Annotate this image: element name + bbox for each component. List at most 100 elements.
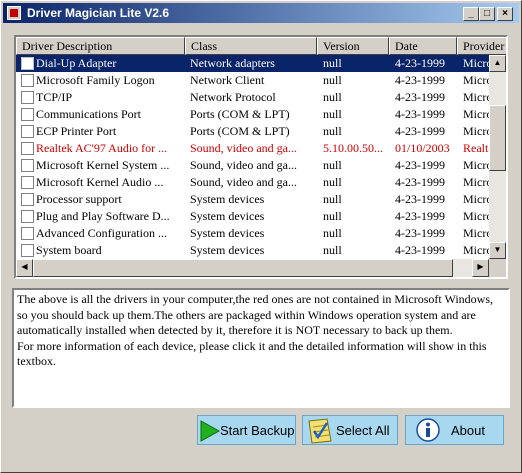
row-checkbox[interactable]	[21, 74, 34, 87]
cell-description: Microsoft Kernel Audio ...	[36, 175, 164, 189]
cell-class: System devices	[190, 243, 265, 257]
cell-provider: Microsoft	[463, 56, 489, 70]
row-checkbox[interactable]	[21, 244, 34, 257]
list-header: Driver Description Class Version Date Pr…	[16, 37, 506, 55]
table-row[interactable]: Realtek AC'97 Audio for ... Sound, video …	[16, 140, 489, 157]
cell-class: System devices	[190, 209, 265, 223]
horizontal-scroll-thumb[interactable]	[33, 259, 453, 277]
cell-description: ECP Printer Port	[36, 124, 117, 138]
start-backup-button[interactable]: Start Backup	[197, 415, 296, 445]
row-checkbox[interactable]	[21, 91, 34, 104]
cell-date: 4-23-1999	[395, 175, 445, 189]
cell-version: null	[323, 124, 342, 138]
window-title: Driver Magician Lite V2.6	[27, 6, 170, 20]
info-textbox[interactable]: The above is all the drivers in your com…	[12, 288, 510, 408]
minimize-button[interactable]: _	[463, 7, 479, 21]
column-header-provider[interactable]: Provider	[457, 37, 506, 55]
cell-provider: Microsoft	[463, 158, 489, 172]
driver-list[interactable]: Driver Description Class Version Date Pr…	[14, 35, 508, 279]
table-row[interactable]: Microsoft Kernel Audio ... Sound, video a…	[16, 174, 489, 191]
cell-version: null	[323, 243, 342, 257]
app-icon	[7, 6, 21, 20]
cell-date: 4-23-1999	[395, 73, 445, 87]
cell-provider: Microsoft	[463, 124, 489, 138]
table-row[interactable]: TCP/IP Network Protocol null 4-23-1999 Micro…	[16, 89, 489, 106]
cell-version: null	[323, 226, 342, 240]
table-row[interactable]: System board System devices null 4-23-1999 M…	[16, 242, 489, 259]
cell-provider: Microsoft	[463, 73, 489, 87]
scroll-down-button[interactable]: ▼	[489, 242, 506, 259]
cell-class: Network adapters	[190, 56, 275, 70]
cell-date: 4-23-1999	[395, 90, 445, 104]
cell-version: null	[323, 175, 342, 189]
about-label: About	[451, 423, 485, 438]
cell-class: Network Protocol	[190, 90, 276, 104]
cell-description: Advanced Configuration ...	[36, 226, 167, 240]
cell-description: Microsoft Kernel System ...	[36, 158, 170, 172]
cell-class: Ports (COM & LPT)	[190, 107, 290, 121]
cell-date: 4-23-1999	[395, 107, 445, 121]
table-row[interactable]: Dial-Up Adapter Network adapters null 4-23-…	[16, 55, 489, 72]
list-rows: Dial-Up Adapter Network adapters null 4-23-…	[16, 55, 489, 259]
column-header-description[interactable]: Driver Description	[16, 37, 185, 55]
cell-provider: Microsoft	[463, 90, 489, 104]
horizontal-scrollbar[interactable]: ◀ ▶	[16, 259, 489, 277]
cell-class: System devices	[190, 226, 265, 240]
row-checkbox[interactable]	[21, 125, 34, 138]
cell-provider: Microsoft	[463, 107, 489, 121]
table-row[interactable]: ECP Printer Port Ports (COM & LPT) null 4-2…	[16, 123, 489, 140]
checklist-icon	[308, 418, 332, 444]
select-all-label: Select All	[336, 423, 390, 438]
vertical-scroll-thumb[interactable]	[489, 105, 506, 171]
close-button[interactable]: ×	[497, 7, 513, 21]
column-header-class[interactable]: Class	[185, 37, 317, 55]
cell-class: Sound, video and ga...	[190, 158, 297, 172]
scrollbar-corner	[489, 259, 506, 277]
cell-provider: Microsoft	[463, 226, 489, 240]
cell-version: null	[323, 73, 342, 87]
table-row[interactable]: Advanced Configuration ... System devices…	[16, 225, 489, 242]
cell-version: 5.10.00.50...	[323, 141, 383, 155]
row-checkbox[interactable]	[21, 57, 34, 70]
cell-date: 4-23-1999	[395, 192, 445, 206]
column-header-version[interactable]: Version	[317, 37, 389, 55]
info-icon	[416, 418, 440, 442]
scroll-up-button[interactable]: ▲	[489, 55, 506, 72]
cell-version: null	[323, 192, 342, 206]
table-row[interactable]: Communications Port Ports (COM & LPT) null…	[16, 106, 489, 123]
cell-class: Sound, video and ga...	[190, 175, 297, 189]
row-checkbox[interactable]	[21, 159, 34, 172]
row-checkbox[interactable]	[21, 210, 34, 223]
select-all-button[interactable]: Select All	[302, 415, 398, 445]
cell-version: null	[323, 158, 342, 172]
cell-provider: Microsoft	[463, 192, 489, 206]
info-paragraph-2: For more information of each device, ple…	[17, 338, 487, 369]
scroll-right-button[interactable]: ▶	[472, 259, 489, 277]
cell-class: System devices	[190, 192, 265, 206]
app-window: Driver Magician Lite V2.6 _ □ × Driver D…	[0, 0, 522, 473]
table-row[interactable]: Microsoft Kernel System ... Sound, video …	[16, 157, 489, 174]
green-play-arrow-icon	[200, 420, 220, 442]
cell-description: Processor support	[36, 192, 122, 206]
title-bar[interactable]: Driver Magician Lite V2.6 _ □ ×	[3, 3, 519, 23]
row-checkbox[interactable]	[21, 176, 34, 189]
vertical-scrollbar[interactable]: ▲ ▼	[489, 55, 506, 259]
table-row[interactable]: Processor support System devices null 4-23-…	[16, 191, 489, 208]
cell-description: Microsoft Family Logon	[36, 73, 155, 87]
about-button[interactable]: About	[405, 415, 504, 445]
maximize-button[interactable]: □	[479, 7, 495, 21]
table-row[interactable]: Microsoft Family Logon Network Client null…	[16, 72, 489, 89]
row-checkbox[interactable]	[21, 227, 34, 240]
cell-date: 4-23-1999	[395, 243, 445, 257]
row-checkbox[interactable]	[21, 108, 34, 121]
table-row[interactable]: Plug and Play Software D... System device…	[16, 208, 489, 225]
scroll-left-button[interactable]: ◀	[16, 259, 33, 277]
cell-provider: Microsoft	[463, 243, 489, 257]
row-checkbox[interactable]	[21, 142, 34, 155]
cell-date: 4-23-1999	[395, 56, 445, 70]
row-checkbox[interactable]	[21, 193, 34, 206]
column-header-date[interactable]: Date	[389, 37, 457, 55]
cell-description: System board	[36, 243, 102, 257]
cell-provider: Microsoft	[463, 209, 489, 223]
cell-date: 01/10/2003	[395, 141, 450, 155]
